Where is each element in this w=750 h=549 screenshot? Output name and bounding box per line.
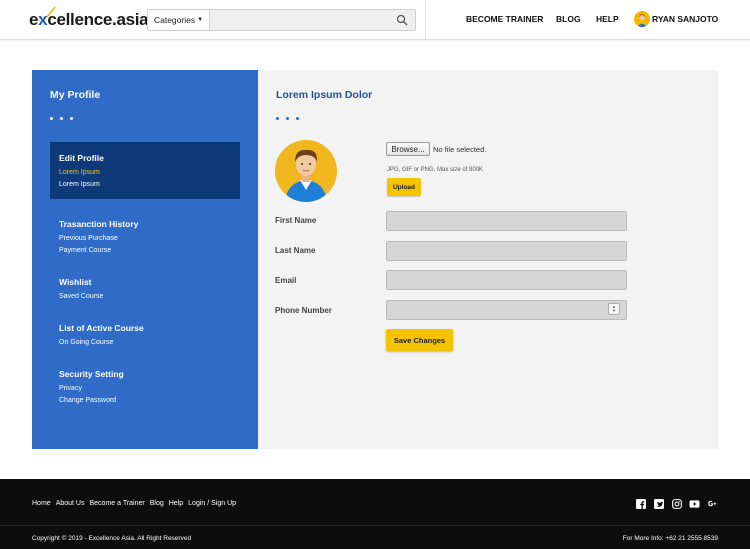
sidebar-heading-security[interactable]: Security Setting [59,369,124,379]
email-field[interactable] [386,270,627,290]
facebook-icon[interactable] [635,498,646,509]
logo-x: x [38,6,56,29]
twitter-icon[interactable] [653,498,664,509]
caret-down-icon: ▼ [197,17,204,23]
contact-info: For More Info: +62 21 2555 8539 [622,535,718,542]
footer-link-blog[interactable]: Blog [150,500,164,507]
profile-sidebar: My Profile Edit Profile Lorem Ipsum Lore… [32,70,258,449]
sidebar-group-edit-profile: Edit Profile Lorem Ipsum Lorem Ipsum [59,153,104,190]
user-avatar[interactable] [634,11,650,27]
first-name-field[interactable] [386,211,627,231]
file-hint: JPG, GIF or PNG. Max size of 800K [387,167,484,173]
sidebar-group-transaction: Trasanction History Previous Purchase Pa… [59,219,138,256]
user-name[interactable]: RYAN SANJOTO [652,14,718,24]
footer-links: Home About Us Become a Trainer Blog Help… [32,500,236,507]
google-plus-icon[interactable] [707,498,718,509]
content-dots [276,117,299,120]
logo-swoosh-icon [46,6,56,18]
email-label: Email [275,276,297,285]
last-name-field[interactable] [386,241,627,261]
footer-divider [0,525,750,526]
sidebar-link-previous-purchase[interactable]: Previous Purchase [59,233,138,245]
search-input[interactable] [211,10,391,30]
search-bar: Categories ▼ [147,9,416,31]
sidebar-link-privacy[interactable]: Privacy [59,383,124,395]
nav-become-trainer[interactable]: BECOME TRAINER [466,14,543,24]
sidebar-group-security: Security Setting Privacy Change Password [59,369,124,406]
sidebar-dots [50,117,73,120]
phone-number-field[interactable] [386,300,627,320]
nav-blog[interactable]: BLOG [556,14,581,24]
footer-link-about-us[interactable]: About Us [56,500,85,507]
sidebar-link-lorem-1[interactable]: Lorem Ipsum [59,167,104,179]
stepper-down-icon: ▼ [612,308,616,313]
first-name-label: First Name [275,216,317,225]
page-title: Lorem Ipsum Dolor [276,89,373,101]
social-links [635,498,718,509]
footer-link-home[interactable]: Home [32,500,51,507]
file-status: No file selected. [433,145,487,154]
sidebar-link-on-going-course[interactable]: On Going Course [59,337,144,349]
sidebar-link-saved-course[interactable]: Saved Course [59,291,103,303]
sidebar-heading-wishlist[interactable]: Wishlist [59,277,103,287]
browse-file-button[interactable]: Browse... [386,142,430,156]
footer-link-login-signup[interactable]: Login / Sign Up [188,500,236,507]
categories-label: Categories [153,15,196,25]
header-divider [425,0,426,40]
footer-link-become-trainer[interactable]: Become a Trainer [89,500,144,507]
sidebar-heading-transaction[interactable]: Trasanction History [59,219,138,229]
profile-avatar-icon [275,140,337,202]
sidebar-link-change-password[interactable]: Change Password [59,395,124,407]
instagram-icon[interactable] [671,498,682,509]
logo-rest: cellence.asia [47,10,149,29]
top-header: ex cellence.asia Categories ▼ BECOME TRAI… [0,0,750,40]
categories-dropdown[interactable]: Categories ▼ [148,10,210,30]
search-icon[interactable] [396,14,408,26]
save-changes-button[interactable]: Save Changes [386,329,453,351]
sidebar-title: My Profile [50,89,101,101]
user-avatar-icon [634,11,650,27]
phone-number-stepper[interactable]: ▲ ▼ [608,303,620,315]
last-name-label: Last Name [275,246,316,255]
profile-avatar [275,140,337,202]
site-footer: Home About Us Become a Trainer Blog Help… [0,479,750,549]
copyright-text: Copyright © 2019 - Excellence Asia. All … [32,535,192,542]
nav-help[interactable]: HELP [596,14,619,24]
edit-profile-panel: Lorem Ipsum Dolor Browse... No file sele… [258,70,718,449]
logo-prefix: e [29,10,39,29]
sidebar-group-wishlist: Wishlist Saved Course [59,277,103,303]
sidebar-link-lorem-2[interactable]: Lorem Ipsum [59,179,104,191]
site-logo[interactable]: ex cellence.asia [29,6,149,30]
footer-link-help[interactable]: Help [169,500,183,507]
sidebar-group-active-course: List of Active Course On Going Course [59,323,144,349]
sidebar-heading-active-course[interactable]: List of Active Course [59,323,144,333]
upload-button[interactable]: Upload [387,178,421,196]
youtube-icon[interactable] [689,498,700,509]
phone-number-label: Phone Number [275,306,332,315]
sidebar-heading-edit-profile[interactable]: Edit Profile [59,153,104,163]
sidebar-link-payment-course[interactable]: Payment Course [59,245,138,257]
